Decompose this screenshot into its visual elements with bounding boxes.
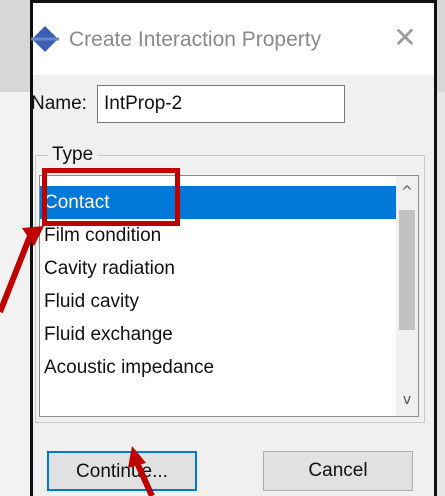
annotation-highlight-box xyxy=(42,168,180,226)
list-item-fluid-exchange[interactable]: Fluid exchange xyxy=(40,318,396,351)
list-item-acoustic-impedance[interactable]: Acoustic impedance xyxy=(40,351,396,384)
continue-button[interactable]: Continue... xyxy=(47,451,197,491)
list-item-fluid-cavity[interactable]: Fluid cavity xyxy=(40,285,396,318)
name-input[interactable] xyxy=(97,85,345,123)
listbox-scrollbar[interactable]: ^ v xyxy=(396,176,418,416)
dialog-title: Create Interaction Property xyxy=(69,28,322,51)
background-left xyxy=(0,92,30,496)
list-item-cavity-radiation[interactable]: Cavity radiation xyxy=(40,252,396,285)
scroll-thumb[interactable] xyxy=(399,210,415,330)
title-bar: Create Interaction Property ✕ xyxy=(31,3,434,75)
abaqus-interaction-icon xyxy=(31,26,59,52)
scroll-down-icon[interactable]: v xyxy=(396,388,418,412)
create-interaction-property-dialog: Create Interaction Property ✕ Name: Type… xyxy=(30,0,437,496)
cancel-button[interactable]: Cancel xyxy=(263,451,413,491)
scroll-up-icon[interactable]: ^ xyxy=(396,180,418,204)
name-label: Name: xyxy=(31,93,87,114)
type-group-title: Type xyxy=(48,144,98,166)
close-icon[interactable]: ✕ xyxy=(390,23,420,53)
